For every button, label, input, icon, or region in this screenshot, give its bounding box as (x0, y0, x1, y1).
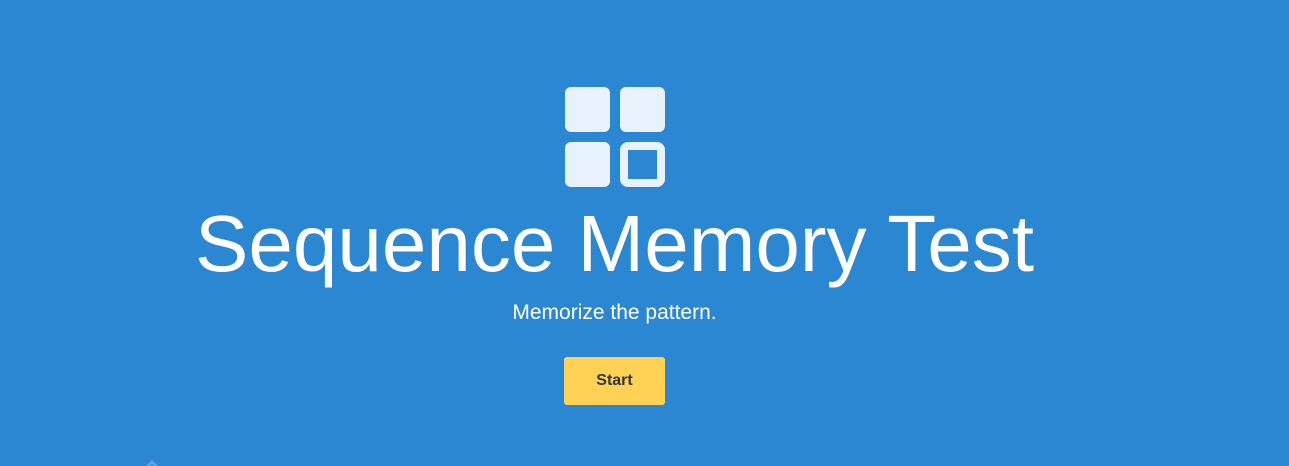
logo-tile-top-right (620, 87, 665, 132)
start-button[interactable]: Start (564, 357, 665, 405)
decorative-chevron-icon (145, 459, 159, 466)
logo-tile-bottom-right-outline (620, 142, 665, 187)
page-title: Sequence Memory Test (195, 199, 1034, 288)
logo-tile-bottom-left (565, 142, 610, 187)
sequence-grid-icon (565, 87, 665, 187)
page-subtitle: Memorize the pattern. (512, 301, 717, 324)
hero-section: Sequence Memory Test Memorize the patter… (0, 0, 1289, 466)
logo-tile-top-left (565, 87, 610, 132)
